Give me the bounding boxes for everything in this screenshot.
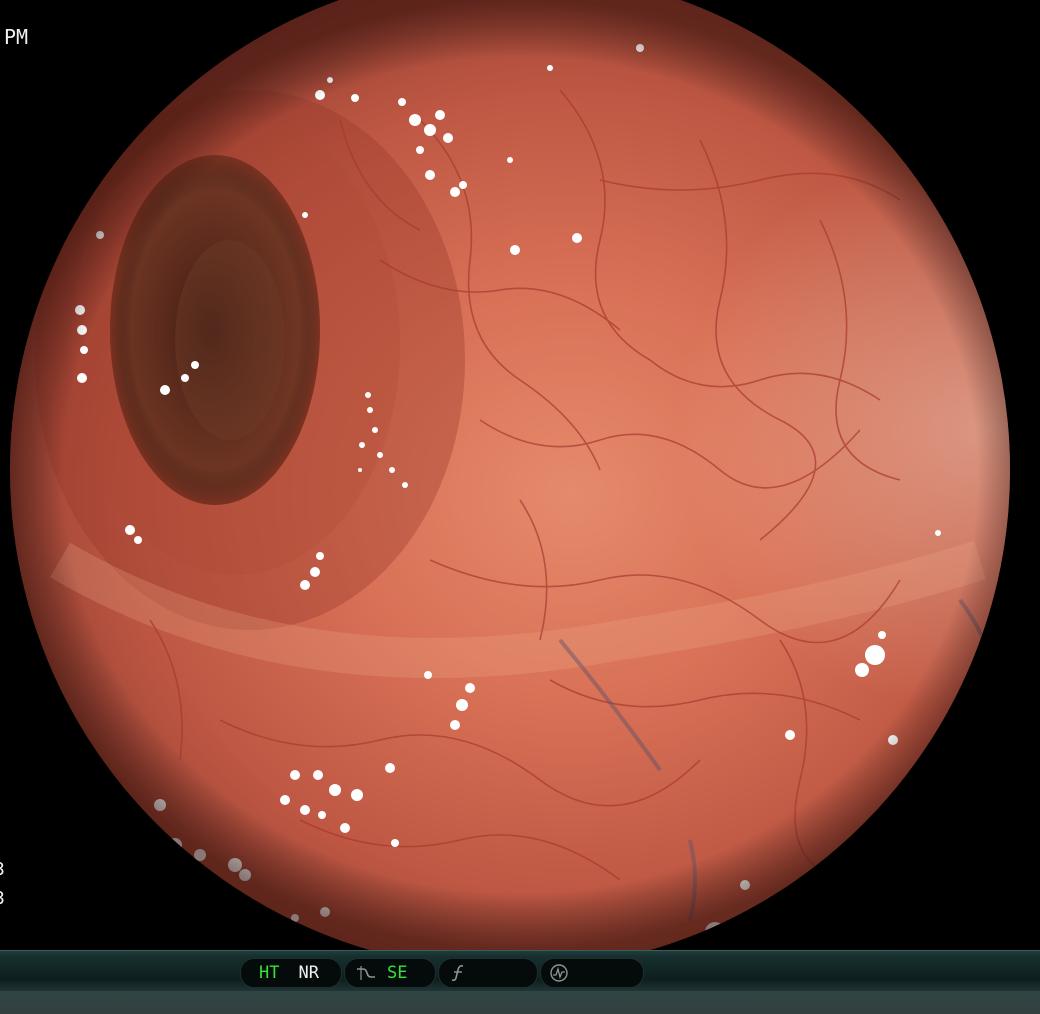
endoscopic-image <box>10 0 1010 950</box>
function-indicator-group <box>438 958 538 988</box>
waveform-indicator-group <box>540 958 644 988</box>
endoscope-monitor: PM 3 3 HT NR SE <box>0 0 1040 1014</box>
waveform-circle-icon <box>549 963 569 983</box>
function-f-icon <box>451 964 467 982</box>
nr-indicator: NR <box>298 963 319 983</box>
status-bar-lower-strip <box>0 991 1040 1014</box>
tone-se-indicator-group: SE <box>344 958 436 988</box>
processor-status-bar: HT NR SE <box>0 950 1040 1014</box>
left-edge-text-line-2: 3 <box>0 889 5 909</box>
left-edge-text-line-1: 3 <box>0 860 5 880</box>
enhancement-indicator-group: HT NR <box>240 958 342 988</box>
ht-indicator: HT <box>259 963 280 983</box>
tone-curve-icon <box>355 965 377 981</box>
se-indicator: SE <box>387 963 408 983</box>
clock-ampm-label: PM <box>4 25 29 49</box>
